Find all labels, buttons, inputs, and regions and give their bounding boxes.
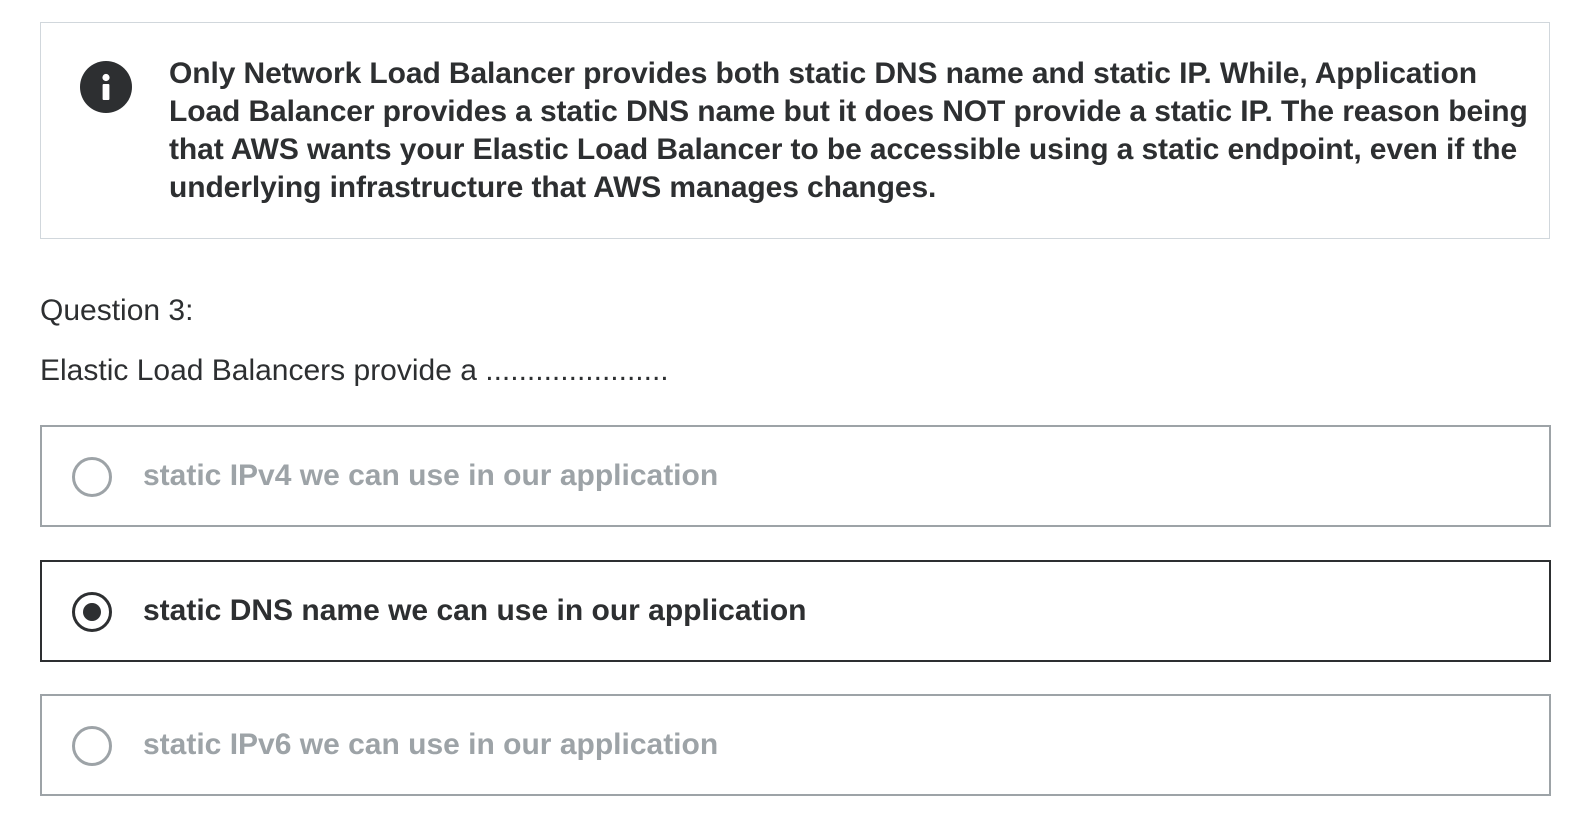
radio-selected-dot xyxy=(83,603,101,621)
info-callout: Only Network Load Balancer provides both… xyxy=(40,22,1550,239)
info-icon xyxy=(80,61,132,113)
answer-option-label: static IPv4 we can use in our applicatio… xyxy=(143,459,719,492)
question-number: Question 3: xyxy=(40,294,194,327)
answer-option-label: static IPv6 we can use in our applicatio… xyxy=(143,728,719,761)
radio-button-unselected[interactable] xyxy=(72,726,112,766)
answer-option-1[interactable]: static IPv4 we can use in our applicatio… xyxy=(40,425,1551,527)
info-text: Only Network Load Balancer provides both… xyxy=(169,57,1528,204)
question-prompt: Elastic Load Balancers provide a .......… xyxy=(40,354,669,387)
answer-option-2[interactable]: static DNS name we can use in our applic… xyxy=(40,560,1551,662)
answer-option-3[interactable]: static IPv6 we can use in our applicatio… xyxy=(40,694,1551,796)
answer-option-label: static DNS name we can use in our applic… xyxy=(143,594,807,627)
radio-button-selected[interactable] xyxy=(72,592,112,632)
radio-button-unselected[interactable] xyxy=(72,457,112,497)
